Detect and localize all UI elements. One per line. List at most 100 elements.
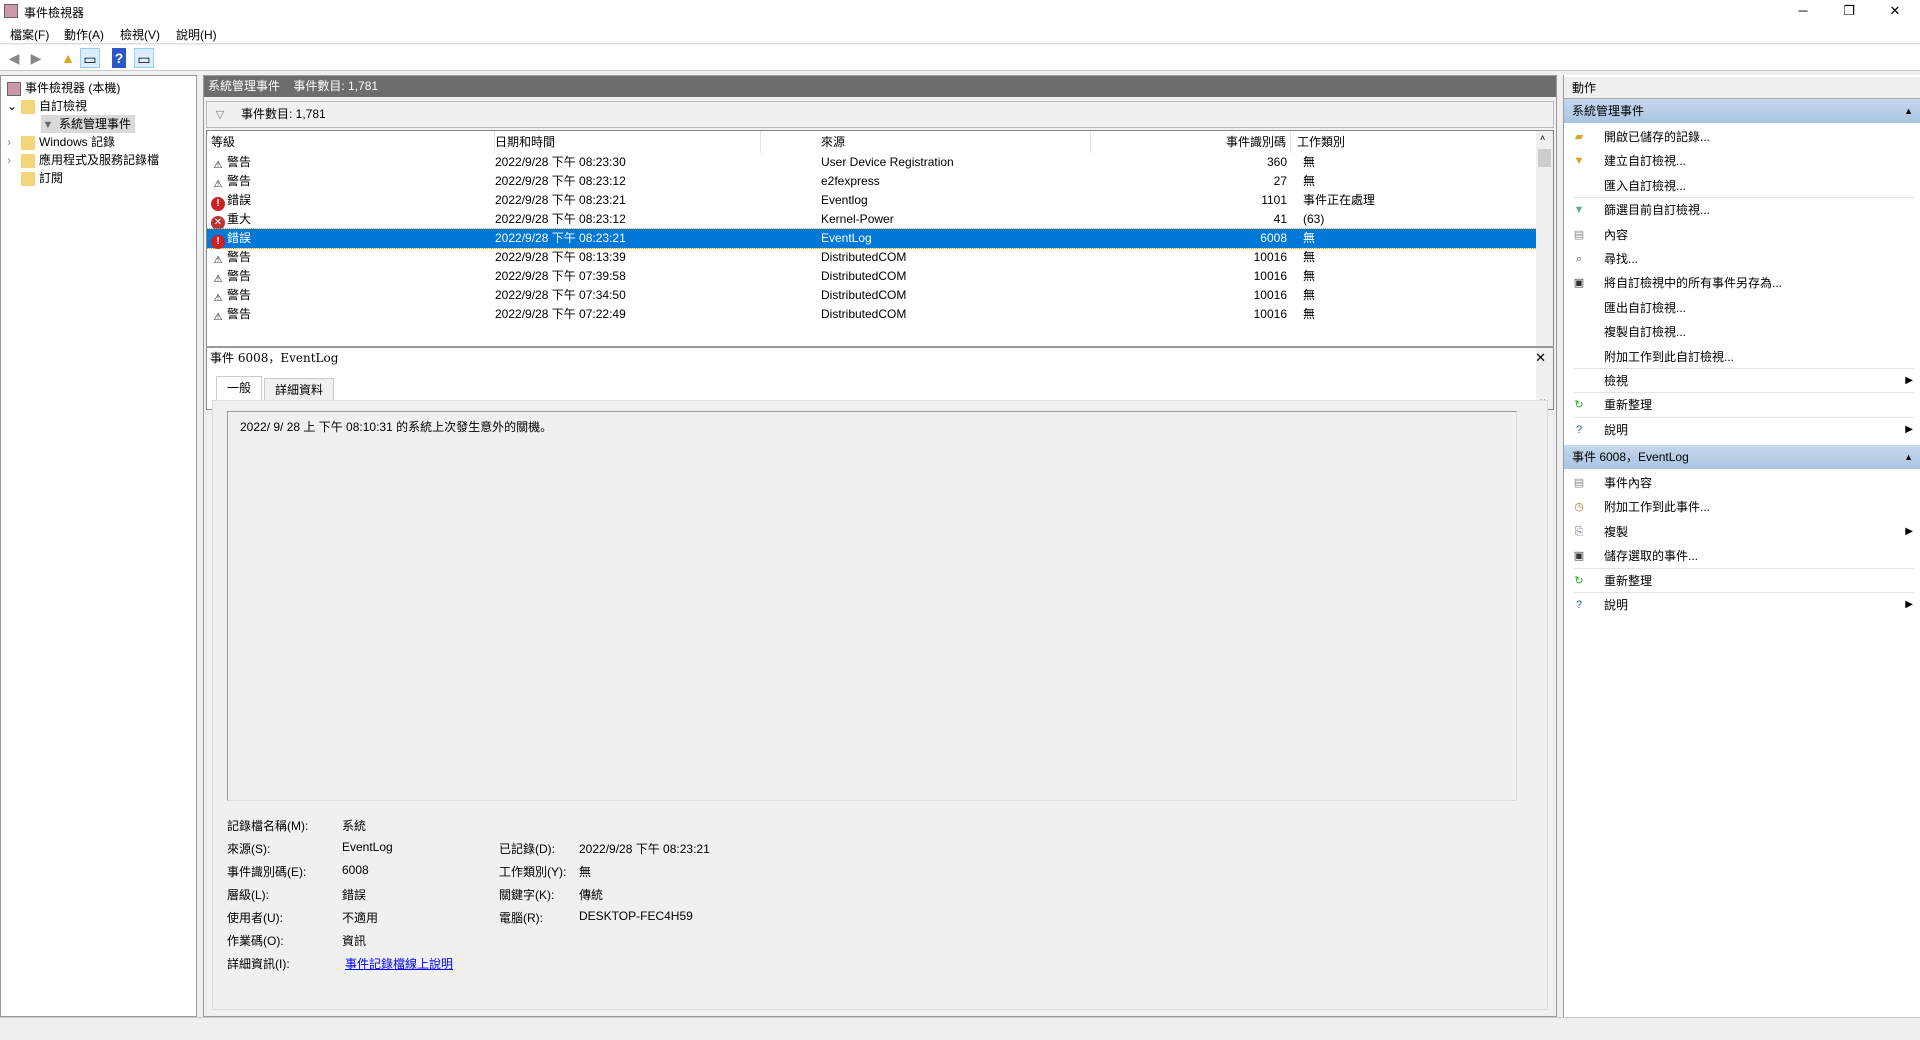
online-help-link[interactable]: 事件記錄檔線上說明 (345, 955, 453, 972)
action-item[interactable]: 匯入自訂檢視... (1564, 174, 1920, 198)
task-cell: 無 (1303, 307, 1316, 321)
forward-icon[interactable]: ▶ (26, 48, 46, 68)
tree-label: 訂閱 (39, 171, 64, 185)
tree-item-subscriptions[interactable]: 訂閱 (21, 169, 63, 187)
task-cell: (63) (1303, 212, 1325, 226)
save-icon: ▣ (1573, 277, 1585, 290)
close-button[interactable]: ✕ (1872, 0, 1918, 22)
column-task[interactable]: 工作類別 (1297, 131, 1537, 153)
action-label: 建立自訂檢視... (1604, 154, 1687, 169)
find-icon: ⌕ (1575, 253, 1583, 265)
minimize-button[interactable]: ─ (1780, 0, 1826, 22)
field-label: 關鍵字(K): (499, 888, 555, 902)
action-item[interactable]: ▣ 儲存選取的事件... (1564, 544, 1920, 568)
menu-help[interactable]: 說明(H) (176, 26, 217, 43)
action-item[interactable]: ? 說明 ▶ (1564, 593, 1920, 617)
action-item[interactable]: ▤ 內容 (1564, 223, 1920, 247)
table-row[interactable]: ! 錯誤 2022/9/28 下午 08:23:21 EventLog 6008 … (207, 228, 1540, 249)
actions-pane: 動作 系統管理事件 ▲ ▰ 開啟已儲存的記錄... ▼ 建立自訂檢視... 匯入自訂檢視.… (1563, 75, 1920, 1017)
column-level[interactable]: 等級 (211, 131, 495, 153)
menu-action[interactable]: 動作(A) (64, 26, 104, 43)
section-header-event[interactable]: 事件 6008，EventLog ▲ (1564, 445, 1920, 469)
scroll-up-icon[interactable]: ˄ (1540, 133, 1545, 143)
table-row[interactable]: ✕ 重大 2022/9/28 下午 08:23:12 Kernel-Power 4… (207, 210, 1539, 230)
collapse-icon[interactable]: ▲ (1904, 445, 1913, 469)
action-item[interactable]: ▤ 事件內容 (1564, 471, 1920, 495)
chevron-right-icon[interactable]: › (7, 151, 21, 169)
action-item[interactable]: 匯出自訂檢視... (1564, 296, 1920, 320)
action-item[interactable]: ▼ 建立自訂檢視... (1564, 149, 1920, 173)
column-datetime[interactable]: 日期和時間 (491, 131, 761, 153)
tree-item-windows-logs[interactable]: › Windows 記錄 (7, 133, 115, 151)
maximize-button[interactable]: ❐ (1826, 0, 1872, 22)
tree-label: 自訂檢視 (39, 99, 88, 113)
help-icon[interactable]: ? (112, 48, 126, 68)
datetime-cell: 2022/9/28 下午 08:23:12 (495, 174, 626, 188)
event-id-cell: 1101 (1261, 193, 1287, 207)
action-label: 附加工作到此事件... (1604, 500, 1711, 515)
filter-icon: ▼ (42, 118, 54, 131)
tree-item-root[interactable]: 事件檢視器 (本機) (7, 79, 120, 97)
action-label: 事件內容 (1604, 476, 1653, 490)
tree-item-admin-events[interactable]: ▼ 系統管理事件 (41, 115, 136, 133)
action-item[interactable]: ⎘ 複製 ▶ (1564, 520, 1920, 544)
menu-file[interactable]: 檔案(F) (10, 26, 49, 43)
table-row[interactable]: ⚠ 警告 2022/9/28 下午 08:23:12 e2fexpress 27 … (207, 172, 1539, 191)
up-folder-icon[interactable]: ▲ (58, 48, 78, 68)
action-item[interactable]: ▣ 將自訂檢視中的所有事件另存為... (1564, 271, 1920, 295)
chevron-right-icon[interactable]: › (7, 133, 21, 151)
column-source[interactable]: 來源 (821, 131, 1091, 153)
task-cell: 無 (1303, 155, 1316, 169)
table-row[interactable]: ⚠ 警告 2022/9/28 下午 07:39:58 DistributedCOM… (207, 267, 1539, 286)
action-item[interactable]: ↻ 重新整理 (1564, 569, 1920, 593)
task-cell: 無 (1303, 231, 1316, 245)
source-cell: Eventlog (821, 193, 868, 207)
table-row[interactable]: ! 錯誤 2022/9/28 下午 08:23:21 Eventlog 1101 … (207, 191, 1539, 211)
folder-icon (21, 135, 35, 150)
chevron-down-icon[interactable]: ⌄ (7, 97, 21, 115)
table-row[interactable]: ⚠ 警告 2022/9/28 下午 08:13:39 DistributedCOM… (207, 248, 1539, 267)
section-title: 事件 6008，EventLog (1572, 450, 1689, 464)
event-id-cell: 360 (1266, 155, 1287, 169)
warning-icon: ⚠ (213, 179, 223, 190)
error-icon: ! (211, 197, 225, 211)
task-cell: 無 (1303, 269, 1316, 283)
create-filter-icon: ▼ (1573, 155, 1585, 168)
table-row[interactable]: ⚠ 警告 2022/9/28 下午 07:34:50 DistributedCOM… (207, 286, 1539, 305)
tree-label: 系統管理事件 (59, 117, 132, 131)
action-item[interactable]: ↻ 重新整理 (1564, 393, 1920, 417)
logged-value: 2022/9/28 下午 08:23:21 (579, 842, 710, 856)
event-message[interactable]: 2022/ 9/ 28 上 下午 08:10:31 的系統上次發生意外的關機。 (227, 411, 1517, 801)
actions-title: 動作 (1564, 77, 1920, 99)
show-hide-actions-icon[interactable]: ▭ (134, 48, 154, 68)
tree-item-custom-views[interactable]: ⌄ 自訂檢視 (7, 97, 87, 115)
action-item[interactable]: ◷ 附加工作到此事件... (1564, 495, 1920, 519)
action-item[interactable]: ▰ 開啟已儲存的記錄... (1564, 125, 1920, 149)
menu-view[interactable]: 檢視(V) (120, 26, 160, 43)
column-event-id[interactable]: 事件識別碼 (1091, 131, 1291, 153)
show-hide-tree-icon[interactable]: ▭ (80, 48, 100, 68)
event-detail-pane: 事件 6008，EventLog ✕ 一般 詳細資料 2022/ 9/ 28 上… (204, 344, 1556, 1016)
properties-icon: ▤ (1573, 228, 1585, 241)
table-row[interactable]: ⚠ 警告 2022/9/28 下午 08:23:30 User Device Re… (207, 153, 1539, 172)
back-icon[interactable]: ◀ (4, 48, 24, 68)
action-item[interactable]: 附加工作到此自訂檢視... (1564, 345, 1920, 369)
task-cell: 無 (1303, 250, 1316, 264)
scroll-thumb[interactable] (1538, 149, 1551, 167)
action-item[interactable]: 檢視 ▶ (1564, 369, 1920, 393)
section-header-admin-events[interactable]: 系統管理事件 ▲ (1564, 99, 1920, 123)
action-item[interactable]: ▼ 篩選目前自訂檢視... (1564, 198, 1920, 222)
field-label: 來源(S): (227, 842, 271, 856)
tree-item-app-logs[interactable]: › 應用程式及服務記錄檔 (7, 151, 159, 169)
task-cell: 無 (1303, 288, 1316, 302)
table-row[interactable]: ⚠ 警告 2022/9/28 下午 07:22:49 DistributedCOM… (207, 305, 1539, 324)
action-item[interactable]: 複製自訂檢視... (1564, 320, 1920, 344)
action-item[interactable]: ? 說明 ▶ (1564, 418, 1920, 442)
close-detail-icon[interactable]: ✕ (1535, 350, 1546, 366)
tab-details[interactable]: 詳細資料 (264, 378, 335, 400)
action-label: 說明 (1604, 598, 1629, 612)
action-item[interactable]: ⌕ 尋找... (1564, 247, 1920, 271)
tab-general[interactable]: 一般 (216, 376, 263, 400)
help-icon: ? (1575, 423, 1583, 436)
collapse-icon[interactable]: ▲ (1904, 99, 1913, 123)
